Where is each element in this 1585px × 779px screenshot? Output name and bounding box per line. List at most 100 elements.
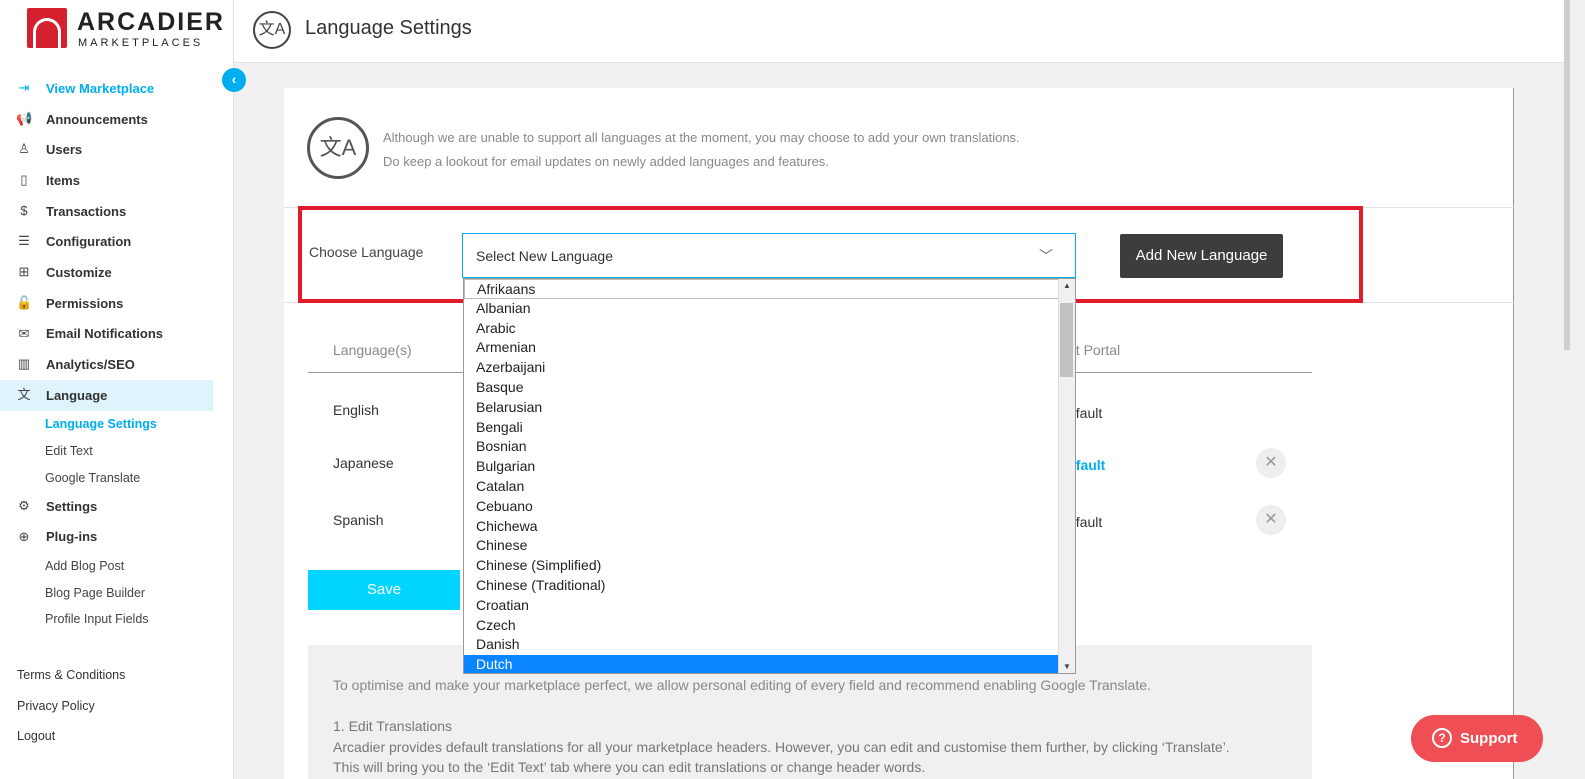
scroll-up-icon[interactable]: ▲ <box>1063 281 1071 290</box>
sidebar-item-label: Settings <box>46 498 98 514</box>
sidebar-item-label: Announcements <box>46 111 148 127</box>
sidebar-subitem-profile-input-fields[interactable]: Profile Input Fields <box>0 606 234 633</box>
sidebar-item-language[interactable]: 文 Language <box>0 379 213 411</box>
translate-icon: 文 <box>17 386 31 402</box>
language-row-name: Spanish <box>333 512 384 528</box>
sidebar-item-label: Analytics/SEO <box>46 357 135 373</box>
sidebar-footer: Terms & Conditions Privacy Policy Logout <box>17 668 125 760</box>
sidebar-item-announcements[interactable]: 📢 Announcements <box>0 104 234 135</box>
page-title: Language Settings <box>305 17 472 39</box>
sidebar-item-users[interactable]: ♙ Users <box>0 134 234 165</box>
dropdown-option[interactable]: Bengali <box>464 418 1059 438</box>
sidebar-item-configuration[interactable]: ☰ Configuration <box>0 226 234 257</box>
gear-icon: ⚙ <box>18 497 30 513</box>
logout-link[interactable]: Logout <box>17 729 125 760</box>
support-button[interactable]: ? Support <box>1411 715 1543 762</box>
bag-icon: ▯ <box>20 172 28 188</box>
dropdown-option[interactable]: Chichewa <box>464 517 1059 537</box>
sidebar-item-email-notifications[interactable]: ✉ Email Notifications <box>0 319 234 350</box>
dropdown-option[interactable]: Afrikaans <box>464 279 1059 299</box>
header: 文A Language Settings <box>234 0 1564 63</box>
dropdown-option[interactable]: Belarusian <box>464 398 1059 418</box>
sidebar-item-label: Language <box>46 387 108 403</box>
language-dropdown-list[interactable]: Afrikaans Albanian Arabic Armenian Azerbaija… <box>463 278 1076 674</box>
arcadier-logo[interactable]: ARCADIER MARKETPLACES <box>27 8 223 52</box>
dropdown-option[interactable]: Armenian <box>464 338 1059 358</box>
sidebar-subitem-google-translate[interactable]: Google Translate <box>0 464 234 491</box>
enter-icon: ⇥ <box>18 80 30 95</box>
bar-chart-icon: ▥ <box>17 356 31 372</box>
intro-line: Do keep a lookout for email updates on n… <box>383 154 829 169</box>
dollar-icon: $ <box>20 202 28 218</box>
sidebar-item-view-marketplace[interactable]: ⇥ View Marketplace <box>0 73 234 104</box>
sliders-icon: ☰ <box>18 233 30 249</box>
language-row-name: English <box>333 402 379 418</box>
remove-language-button[interactable]: ✕ <box>1256 505 1286 535</box>
dropdown-option[interactable]: Basque <box>464 378 1059 398</box>
sidebar-item-label: Items <box>46 172 80 188</box>
dropdown-option[interactable]: Cebuano <box>464 497 1059 517</box>
dropdown-options: Afrikaans Albanian Arabic Armenian Azerbaija… <box>464 279 1059 673</box>
sidebar-item-permissions[interactable]: 🔓 Permissions <box>0 288 234 319</box>
sidebar-item-label: Email Notifications <box>46 326 164 342</box>
scroll-down-icon[interactable]: ▼ <box>1063 662 1071 671</box>
sidebar-subitem-language-settings[interactable]: Language Settings <box>0 411 234 438</box>
logo-mark-icon <box>27 8 67 48</box>
choose-language-label: Choose Language <box>309 244 424 260</box>
grid-icon: ⊞ <box>18 264 30 280</box>
lock-icon: 🔓 <box>16 294 33 310</box>
translate-icon: 文A <box>307 117 369 179</box>
dropdown-option[interactable]: Bosnian <box>464 437 1059 457</box>
dropdown-scrollbar[interactable]: ▲ ▼ <box>1058 279 1075 673</box>
help-icon: ? <box>1432 728 1452 748</box>
dropdown-option[interactable]: Chinese (Traditional) <box>464 576 1059 596</box>
dropdown-option[interactable]: Catalan <box>464 477 1059 497</box>
page-scrollbar[interactable] <box>1564 0 1570 350</box>
scroll-thumb[interactable] <box>1060 303 1073 377</box>
sidebar-item-label: Customize <box>46 264 112 280</box>
sidebar-item-transactions[interactable]: $ Transactions <box>0 196 234 227</box>
dropdown-option[interactable]: Danish <box>464 635 1059 655</box>
add-new-language-button[interactable]: Add New Language <box>1120 234 1283 278</box>
translate-icon: 文A <box>253 11 291 49</box>
close-icon: ✕ <box>1264 511 1278 528</box>
sidebar-subitem-add-blog-post[interactable]: Add Blog Post <box>0 552 234 579</box>
sidebar-nav: ⇥ View Marketplace 📢 Announcements ♙ Use… <box>0 73 234 633</box>
save-button[interactable]: Save <box>308 570 460 610</box>
language-row-name: Japanese <box>333 455 394 471</box>
sidebar-subitem-edit-text[interactable]: Edit Text <box>0 437 234 464</box>
dropdown-option[interactable]: Chinese (Simplified) <box>464 556 1059 576</box>
dropdown-option[interactable]: Croatian <box>464 596 1059 616</box>
dropdown-option[interactable]: Czech <box>464 616 1059 636</box>
sidebar-item-plug-ins[interactable]: ⊕ Plug-ins <box>0 522 234 553</box>
info-paragraph: Arcadier provides default translations f… <box>333 739 1230 755</box>
sidebar-item-analytics-seo[interactable]: ▥ Analytics/SEO <box>0 349 234 380</box>
info-paragraph: This will bring you to the ‘Edit Text’ t… <box>333 759 926 775</box>
user-icon: ♙ <box>18 141 30 157</box>
sidebar-item-label: Transactions <box>46 203 127 219</box>
sidebar-item-label: Users <box>46 142 83 158</box>
remove-language-button[interactable]: ✕ <box>1256 448 1286 478</box>
chevron-down-icon: ﹀ <box>1039 248 1053 264</box>
terms-link[interactable]: Terms & Conditions <box>17 668 125 699</box>
info-paragraph: To optimise and make your marketplace pe… <box>333 677 1151 693</box>
sidebar-item-customize[interactable]: ⊞ Customize <box>0 257 234 288</box>
sidebar-item-label: View Marketplace <box>46 80 155 96</box>
language-select[interactable]: Select New Language ﹀ <box>462 233 1076 278</box>
sidebar-item-settings[interactable]: ⚙ Settings <box>0 491 234 522</box>
sidebar-item-items[interactable]: ▯ Items <box>0 165 234 196</box>
sidebar-subitem-blog-page-builder[interactable]: Blog Page Builder <box>0 579 234 606</box>
dropdown-option[interactable]: Albanian <box>464 299 1059 319</box>
dropdown-option[interactable]: Arabic <box>464 319 1059 339</box>
intro-text: Although we are unable to support all la… <box>383 126 1020 174</box>
dropdown-option[interactable]: Azerbaijani <box>464 358 1059 378</box>
dropdown-option[interactable]: Dutch <box>464 655 1059 673</box>
sidebar-item-label: Plug-ins <box>46 529 98 545</box>
collapse-sidebar-button[interactable]: ‹ <box>222 68 246 92</box>
intro-line: Although we are unable to support all la… <box>383 130 1020 145</box>
plugin-icon: ⊕ <box>18 528 30 544</box>
column-header-languages: Language(s) <box>333 342 412 358</box>
privacy-link[interactable]: Privacy Policy <box>17 699 125 730</box>
dropdown-option[interactable]: Bulgarian <box>464 457 1059 477</box>
dropdown-option[interactable]: Chinese <box>464 536 1059 556</box>
